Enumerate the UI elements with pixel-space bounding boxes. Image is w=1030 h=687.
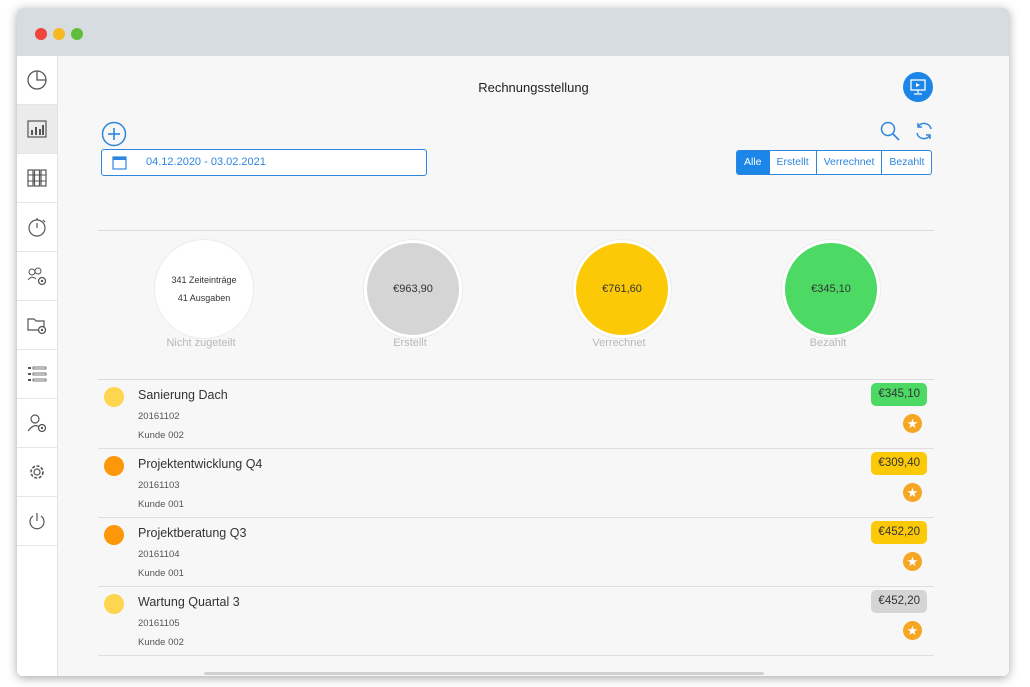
plus-icon bbox=[101, 121, 127, 147]
calendar-icon bbox=[112, 156, 127, 170]
invoice-number: 20161105 bbox=[138, 618, 180, 629]
filter-created[interactable]: Erstellt bbox=[768, 151, 816, 174]
refresh-button[interactable] bbox=[913, 120, 935, 142]
main-content: Rechnungsstellung 04.12.2020 - 03.02.202… bbox=[58, 56, 1009, 676]
date-range-field[interactable]: 04.12.2020 - 03.02.2021 bbox=[101, 149, 427, 176]
invoice-name: Wartung Quartal 3 bbox=[138, 595, 240, 609]
team-settings-icon bbox=[27, 267, 47, 286]
sidebar-item-timer[interactable] bbox=[17, 203, 57, 252]
search-button[interactable] bbox=[879, 120, 901, 142]
invoice-name: Sanierung Dach bbox=[138, 388, 228, 402]
sidebar bbox=[17, 56, 58, 676]
invoice-name: Projektberatung Q3 bbox=[138, 526, 247, 540]
invoice-amount: €452,20 bbox=[871, 521, 927, 544]
stat-billed-value: €761,60 bbox=[602, 283, 642, 295]
gear-icon bbox=[30, 465, 44, 479]
horizontal-scrollbar[interactable] bbox=[204, 672, 764, 675]
invoice-client: Kunde 001 bbox=[138, 568, 184, 579]
app-window: Rechnungsstellung 04.12.2020 - 03.02.202… bbox=[17, 8, 1009, 676]
star-icon[interactable]: ★ bbox=[903, 621, 922, 640]
invoice-client: Kunde 002 bbox=[138, 430, 184, 441]
sidebar-item-teams[interactable] bbox=[17, 252, 57, 301]
invoice-client: Kunde 001 bbox=[138, 499, 184, 510]
status-dot bbox=[104, 525, 124, 545]
star-icon[interactable]: ★ bbox=[903, 483, 922, 502]
search-icon bbox=[880, 121, 900, 141]
invoice-amount: €309,40 bbox=[871, 452, 927, 475]
power-icon bbox=[29, 513, 45, 530]
status-dot bbox=[104, 387, 124, 407]
sidebar-item-users[interactable] bbox=[17, 399, 57, 448]
invoice-number: 20161104 bbox=[138, 549, 180, 560]
refresh-icon bbox=[916, 122, 932, 140]
title-bar bbox=[17, 8, 1009, 56]
stat-created-value: €963,90 bbox=[393, 283, 433, 295]
star-icon[interactable]: ★ bbox=[903, 414, 922, 433]
star-icon[interactable]: ★ bbox=[903, 552, 922, 571]
minimize-window-button[interactable] bbox=[53, 28, 65, 40]
invoice-name: Projektentwicklung Q4 bbox=[138, 457, 263, 471]
present-button[interactable] bbox=[903, 72, 933, 102]
stat-paid-label: Bezahlt bbox=[809, 337, 847, 349]
presentation-icon bbox=[910, 79, 926, 95]
stat-billed-label: Verrechnet bbox=[592, 337, 646, 349]
sidebar-item-binders[interactable] bbox=[17, 154, 57, 203]
folder-settings-icon bbox=[27, 318, 47, 335]
sidebar-item-settings[interactable] bbox=[17, 448, 57, 497]
zoom-window-button[interactable] bbox=[71, 28, 83, 40]
stat-created-label: Erstellt bbox=[393, 337, 427, 349]
add-invoice-button[interactable] bbox=[101, 121, 127, 147]
stat-billed[interactable]: €761,60 bbox=[573, 240, 671, 338]
invoice-row[interactable]: Projektentwicklung Q4 20161103 Kunde 001… bbox=[98, 449, 934, 518]
sidebar-item-projects[interactable] bbox=[17, 301, 57, 350]
stopwatch-icon bbox=[28, 218, 46, 237]
invoice-row[interactable]: Sanierung Dach 20161102 Kunde 002 €345,1… bbox=[98, 380, 934, 449]
sidebar-item-lists[interactable] bbox=[17, 350, 57, 399]
status-dot bbox=[104, 594, 124, 614]
status-dot bbox=[104, 456, 124, 476]
filter-billed[interactable]: Verrechnet bbox=[815, 151, 882, 174]
page-title: Rechnungsstellung bbox=[478, 80, 589, 95]
stat-paid-value: €345,10 bbox=[811, 283, 851, 295]
date-range-text: 04.12.2020 - 03.02.2021 bbox=[146, 156, 266, 168]
sidebar-item-logout[interactable] bbox=[17, 497, 57, 546]
bar-chart-icon bbox=[27, 120, 47, 138]
invoice-amount: €345,10 bbox=[871, 383, 927, 406]
invoice-amount: €452,20 bbox=[871, 590, 927, 613]
sidebar-item-invoicing[interactable] bbox=[17, 105, 57, 154]
divider bbox=[98, 230, 934, 231]
expenses-count: 41 Ausgaben bbox=[177, 293, 231, 303]
invoice-number: 20161103 bbox=[138, 480, 180, 491]
close-window-button[interactable] bbox=[35, 28, 47, 40]
sidebar-item-dashboard[interactable] bbox=[17, 56, 57, 105]
filter-paid[interactable]: Bezahlt bbox=[881, 151, 931, 174]
invoice-row[interactable]: Wartung Quartal 3 20161105 Kunde 002 €45… bbox=[98, 587, 934, 656]
user-settings-icon bbox=[27, 414, 47, 433]
status-filter: Alle Erstellt Verrechnet Bezahlt bbox=[736, 150, 933, 175]
time-entries-count: 341 Zeiteinträge bbox=[171, 275, 237, 285]
pie-chart-icon bbox=[27, 70, 47, 90]
binders-icon bbox=[27, 169, 47, 187]
invoice-number: 20161102 bbox=[138, 411, 180, 422]
stat-created[interactable]: €963,90 bbox=[364, 240, 462, 338]
filter-all[interactable]: Alle bbox=[737, 151, 769, 174]
stat-unassigned-label: Nicht zugeteilt bbox=[166, 337, 236, 349]
invoice-row[interactable]: Projektberatung Q3 20161104 Kunde 001 €4… bbox=[98, 518, 934, 587]
stat-unassigned[interactable]: 341 Zeiteinträge 41 Ausgaben bbox=[155, 240, 253, 338]
list-icon bbox=[28, 366, 47, 382]
invoice-client: Kunde 002 bbox=[138, 637, 184, 648]
stat-paid[interactable]: €345,10 bbox=[782, 240, 880, 338]
